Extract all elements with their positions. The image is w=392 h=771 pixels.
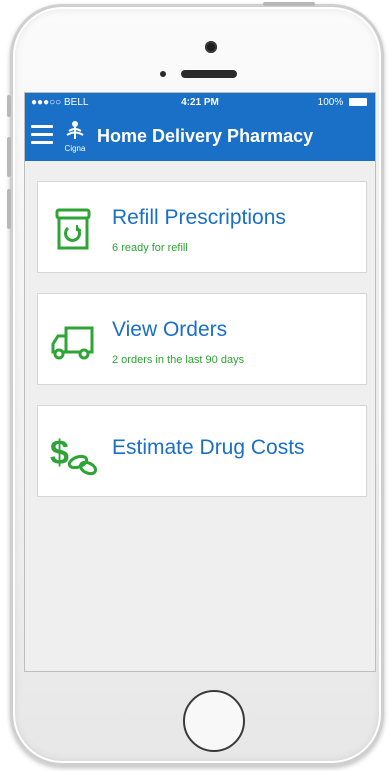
card-title: View Orders bbox=[112, 318, 228, 341]
battery-status: 100% bbox=[318, 93, 367, 113]
power-button bbox=[263, 2, 315, 6]
card-title: Estimate Drug Costs bbox=[112, 436, 305, 459]
card-subtitle: 2 orders in the last 90 days bbox=[112, 354, 245, 366]
app-screen: ●●●○○ BELL 4:21 PM 100% Cigna Home Deliv… bbox=[24, 92, 376, 672]
refill-prescriptions-card[interactable]: Refill Prescriptions 6 ready for refill bbox=[37, 181, 367, 273]
estimate-drug-costs-card[interactable]: $ Estimate Drug Costs bbox=[37, 405, 367, 497]
logo-text: Cigna bbox=[64, 144, 86, 153]
cigna-logo: Cigna bbox=[61, 119, 89, 155]
battery-percent: 100% bbox=[317, 97, 344, 108]
mute-switch bbox=[7, 95, 11, 117]
earpiece-speaker bbox=[181, 70, 237, 78]
view-orders-card[interactable]: View Orders 2 orders in the last 90 days bbox=[37, 293, 367, 385]
front-camera bbox=[205, 41, 217, 53]
app-header: Cigna Home Delivery Pharmacy bbox=[25, 113, 375, 161]
prescription-bottle-icon bbox=[48, 204, 98, 254]
home-button[interactable] bbox=[183, 690, 245, 752]
proximity-sensor bbox=[160, 71, 166, 77]
status-bar: ●●●○○ BELL 4:21 PM 100% bbox=[25, 93, 375, 113]
svg-text:$: $ bbox=[50, 434, 69, 472]
delivery-truck-icon bbox=[48, 316, 98, 366]
card-subtitle: 6 ready for refill bbox=[112, 242, 188, 254]
dollar-pills-icon: $ bbox=[48, 428, 98, 478]
battery-icon bbox=[349, 98, 367, 107]
volume-down-button bbox=[7, 189, 11, 229]
page-title: Home Delivery Pharmacy bbox=[97, 126, 314, 146]
volume-up-button bbox=[7, 137, 11, 177]
card-title: Refill Prescriptions bbox=[112, 206, 286, 229]
menu-icon[interactable] bbox=[31, 125, 53, 145]
